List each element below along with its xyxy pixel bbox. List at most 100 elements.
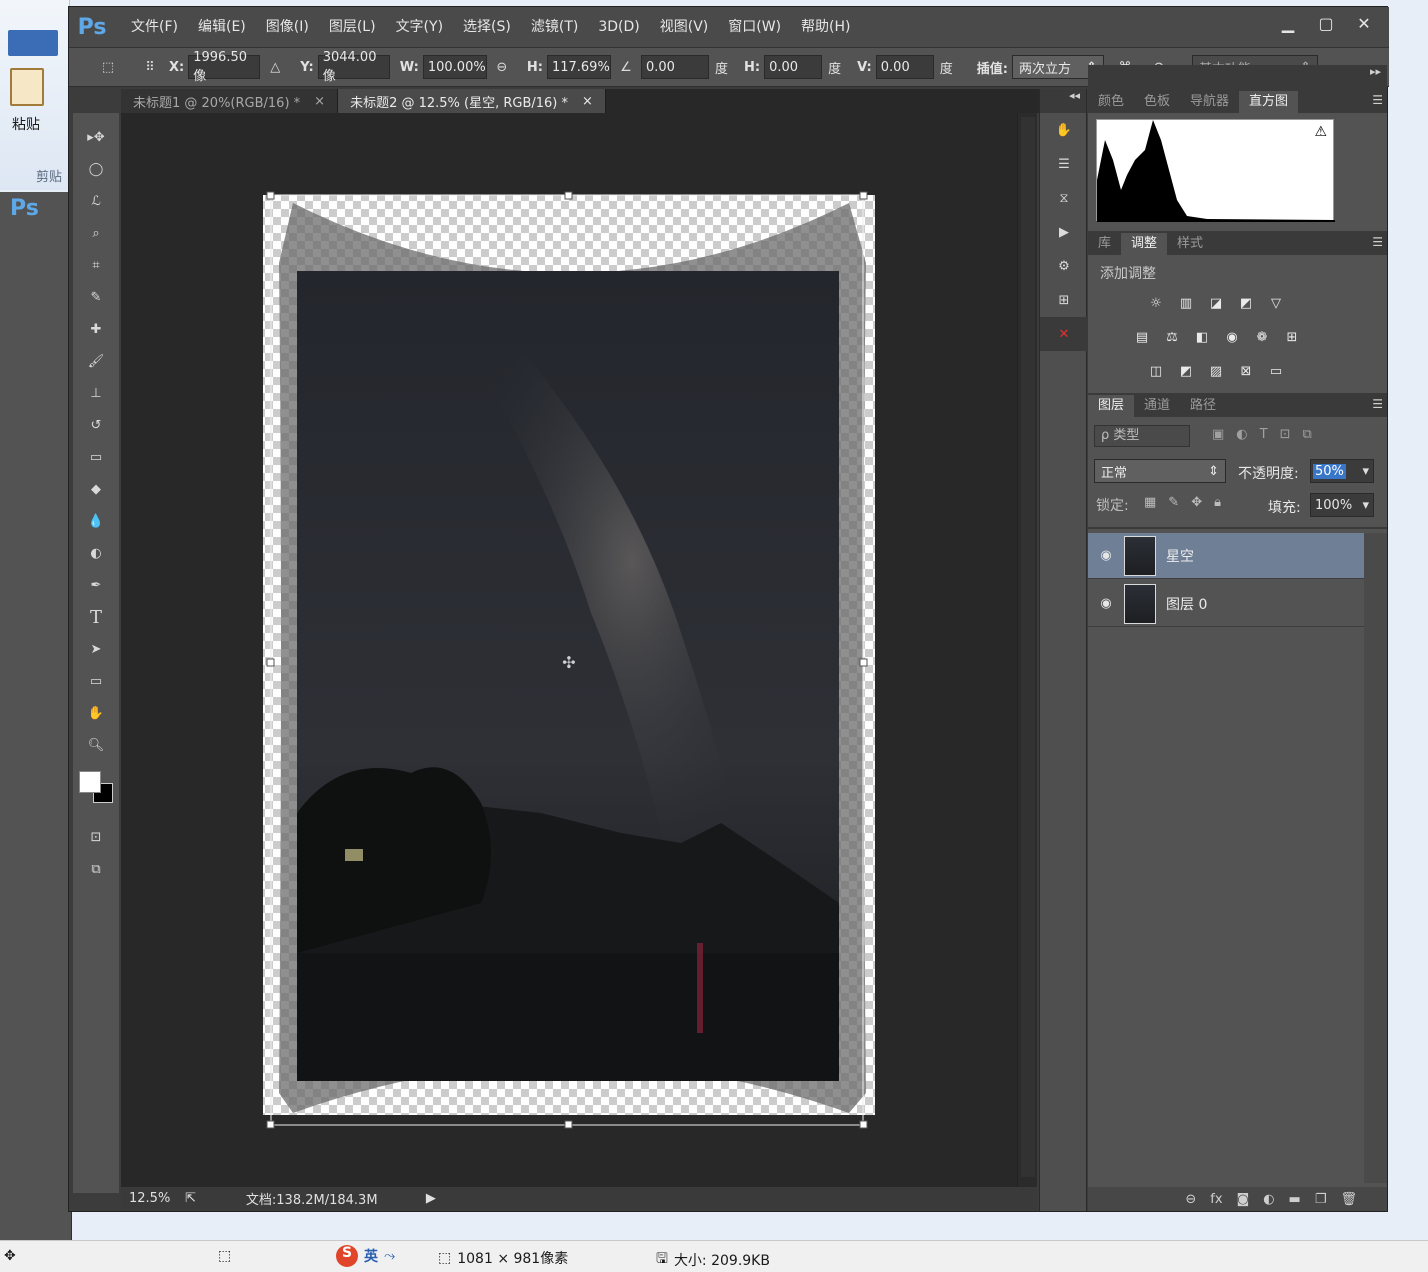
layer-name[interactable]: 图层 0: [1166, 594, 1207, 614]
pixel-filter-icon[interactable]: ▣: [1212, 427, 1224, 442]
curves-icon[interactable]: ◪: [1204, 291, 1228, 315]
type-tool-icon[interactable]: T: [73, 601, 119, 633]
levels-icon[interactable]: ▥: [1174, 291, 1198, 315]
layer-filter-select[interactable]: ρ 类型: [1094, 425, 1190, 447]
menu-item[interactable]: 选择(S): [453, 7, 521, 47]
ime-bar[interactable]: S 英 ⤳: [336, 1245, 395, 1267]
fx-icon[interactable]: fx: [1210, 1192, 1222, 1207]
menu-item[interactable]: 滤镜(T): [521, 7, 588, 47]
rectangle-tool-icon[interactable]: ▭: [73, 665, 119, 697]
pen-tool-icon[interactable]: ✒: [73, 569, 119, 601]
brightness-icon[interactable]: ☼: [1144, 291, 1168, 315]
paste-icon[interactable]: [10, 68, 44, 106]
brush-tool-icon[interactable]: 🖌: [73, 345, 119, 377]
quick-mask-icon[interactable]: ⊡: [73, 821, 119, 853]
tab-layers[interactable]: 图层: [1088, 395, 1135, 417]
new-group-icon[interactable]: ▬: [1289, 1192, 1301, 1207]
blur-tool-icon[interactable]: 💧: [73, 505, 119, 537]
history-dock-icon[interactable]: ⧖: [1040, 181, 1088, 215]
maximize-icon[interactable]: ▢: [1309, 11, 1343, 35]
y-input[interactable]: 3044.00 像: [317, 50, 390, 84]
tab-doc-2[interactable]: 未标题2 @ 12.5% (星空, RGB/16) * ×: [338, 89, 606, 113]
zoom-level[interactable]: 12.5%: [129, 1191, 185, 1206]
quick-select-tool-icon[interactable]: ⌕: [73, 217, 119, 249]
black-white-icon[interactable]: ◧: [1190, 325, 1214, 349]
warning-icon[interactable]: ⚠: [1314, 124, 1327, 140]
lock-all-icon[interactable]: 🔒︎: [1214, 495, 1221, 510]
lock-transparent-icon[interactable]: ▦: [1144, 495, 1156, 510]
expand-panels-icon[interactable]: ▸▸: [1088, 65, 1387, 89]
visibility-eye-icon[interactable]: ◉: [1088, 596, 1124, 611]
history-brush-dock-icon[interactable]: ✋: [1040, 113, 1088, 147]
export-icon[interactable]: ⇱: [185, 1191, 196, 1206]
reference-point-icon[interactable]: ⠿: [139, 56, 161, 78]
layer-name[interactable]: 星空: [1166, 546, 1194, 566]
eyedropper-tool-icon[interactable]: ✎: [73, 281, 119, 313]
tab-channels[interactable]: 通道: [1134, 395, 1180, 417]
visibility-eye-icon[interactable]: ◉: [1088, 548, 1124, 563]
fill-dropdown-icon[interactable]: ▾: [1362, 498, 1369, 513]
tool-presets-dock-icon[interactable]: ✕: [1040, 317, 1088, 351]
panel-menu-icon[interactable]: ☰: [1372, 397, 1383, 411]
menu-item[interactable]: 图像(I): [256, 7, 319, 47]
lock-paint-icon[interactable]: ✎: [1168, 495, 1179, 510]
tab-color[interactable]: 颜色: [1088, 91, 1134, 113]
collapse-dock-icon[interactable]: ◂◂: [1040, 89, 1086, 113]
vertical-scrollbar[interactable]: [1017, 113, 1037, 1187]
hand-tool-icon[interactable]: ✋: [73, 697, 119, 729]
minimize-icon[interactable]: ▁: [1271, 11, 1305, 35]
vskew-input[interactable]: 0.00: [875, 55, 934, 79]
properties-dock-icon[interactable]: ☰: [1040, 147, 1088, 181]
tab-navigator[interactable]: 导航器: [1180, 91, 1239, 113]
layer-row-starry[interactable]: ◉ 星空: [1088, 533, 1364, 579]
menu-item[interactable]: 帮助(H): [791, 7, 860, 47]
foreground-color-swatch[interactable]: [79, 771, 101, 793]
relative-position-icon[interactable]: △: [264, 56, 286, 78]
tab-adjustments[interactable]: 调整: [1121, 233, 1168, 255]
hskew-input[interactable]: 0.00: [764, 55, 823, 79]
status-menu-arrow-icon[interactable]: ▶: [426, 1191, 436, 1206]
menu-item[interactable]: 编辑(E): [188, 7, 256, 47]
brush-dock-icon[interactable]: ⚙: [1040, 249, 1088, 283]
actions-dock-icon[interactable]: ▶: [1040, 215, 1088, 249]
crop-tool-icon[interactable]: ⌗: [73, 249, 119, 281]
menu-item[interactable]: 窗口(W): [718, 7, 791, 47]
tab-doc-1[interactable]: 未标题1 @ 20%(RGB/16) * ×: [121, 89, 339, 113]
tab-styles[interactable]: 样式: [1167, 233, 1213, 255]
channel-mixer-icon[interactable]: ❁: [1250, 325, 1274, 349]
close-icon[interactable]: ✕: [1347, 11, 1381, 35]
threshold-icon[interactable]: ▨: [1204, 359, 1228, 383]
shape-filter-icon[interactable]: ⊡: [1280, 427, 1291, 442]
canvas-area[interactable]: ✣: [121, 113, 1017, 1187]
close-tab-icon[interactable]: ×: [582, 94, 593, 109]
fill-input[interactable]: 100% ▾: [1310, 493, 1374, 517]
selective-color-icon[interactable]: ⊠: [1234, 359, 1258, 383]
delete-layer-icon[interactable]: 🗑︎: [1340, 1192, 1357, 1207]
menu-item[interactable]: 图层(L): [319, 7, 386, 47]
panel-menu-icon[interactable]: ☰: [1372, 93, 1383, 107]
panel-menu-icon[interactable]: ☰: [1372, 235, 1383, 249]
paint-bucket-tool-icon[interactable]: ◆: [73, 473, 119, 505]
path-select-tool-icon[interactable]: ➤: [73, 633, 119, 665]
photo-filter-icon[interactable]: ◉: [1220, 325, 1244, 349]
color-balance-icon[interactable]: ⚖: [1160, 325, 1184, 349]
tab-libraries[interactable]: 库: [1088, 233, 1121, 255]
opacity-input[interactable]: 50% ▾: [1310, 459, 1374, 483]
menu-item[interactable]: 3D(D): [588, 7, 649, 47]
vibrance-icon[interactable]: ▽: [1264, 291, 1288, 315]
link-layers-icon[interactable]: ⊖: [1185, 1192, 1196, 1207]
clone-source-dock-icon[interactable]: ⊞: [1040, 283, 1088, 317]
layers-scrollbar[interactable]: [1364, 533, 1387, 1183]
gradient-map-icon[interactable]: ▭: [1264, 359, 1288, 383]
tab-histogram[interactable]: 直方图: [1239, 91, 1299, 113]
x-input[interactable]: 1996.50 像: [188, 50, 261, 84]
smart-filter-icon[interactable]: ⧉: [1303, 427, 1312, 442]
add-mask-icon[interactable]: ◙: [1237, 1192, 1250, 1207]
new-layer-icon[interactable]: ❐: [1315, 1192, 1327, 1207]
healing-brush-tool-icon[interactable]: ✚: [73, 313, 119, 345]
hue-saturation-icon[interactable]: ▤: [1130, 325, 1154, 349]
color-lookup-icon[interactable]: ⊞: [1280, 325, 1304, 349]
h-input[interactable]: 117.69%: [546, 55, 611, 79]
blend-mode-select[interactable]: 正常 ⇕: [1094, 459, 1226, 483]
screen-mode-icon[interactable]: ⧉: [73, 853, 119, 885]
